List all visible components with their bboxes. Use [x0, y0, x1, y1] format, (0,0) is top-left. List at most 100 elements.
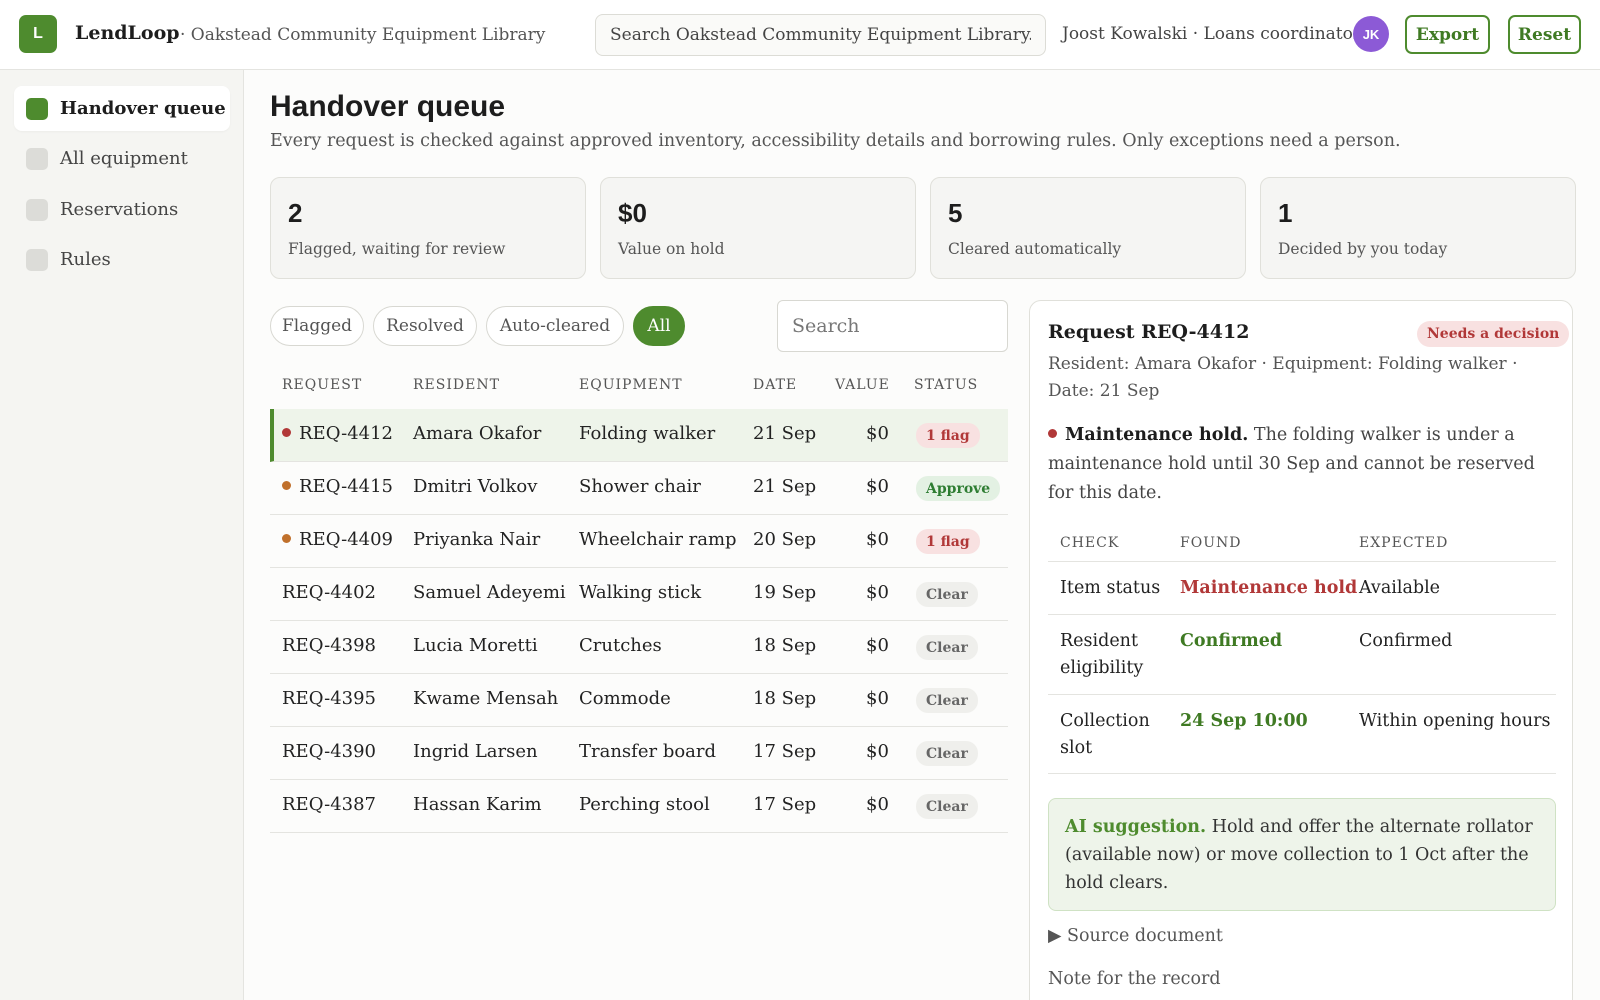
column-header-date[interactable]: DATE [753, 377, 797, 393]
column-header-value[interactable]: VALUE [835, 377, 890, 393]
flag-title: Maintenance hold. [1065, 425, 1249, 445]
resident-cell: Lucia Moretti [413, 635, 538, 656]
status-badge: 1 flag [916, 423, 980, 448]
table-row[interactable]: REQ-4395 Kwame Mensah Commode 18 Sep $0 Clear [270, 674, 1008, 727]
status-dot-icon [282, 428, 291, 437]
source-document-toggle[interactable]: ▶ Source document [1048, 926, 1223, 946]
value-cell: $0 [866, 688, 889, 709]
table-row[interactable]: REQ-4402 Samuel Adeyemi Walking stick 19 Se… [270, 568, 1008, 621]
decision-status-badge: Needs a decision [1417, 321, 1570, 347]
filter-all[interactable]: All [633, 306, 685, 346]
sidebar-item-handover-queue[interactable]: Handover queue [14, 86, 230, 131]
value-cell: $0 [866, 582, 889, 603]
date-cell: 18 Sep [753, 688, 817, 709]
sidebar-item-rules[interactable]: Rules [14, 237, 230, 282]
stat-card-decided: 1 Decided by you today [1260, 177, 1576, 279]
column-header-request[interactable]: REQUEST [282, 377, 362, 393]
organization-name: · Oakstead Community Equipment Library [180, 25, 546, 45]
check-header: CHECK [1060, 535, 1120, 551]
stat-label: Value on hold [618, 240, 725, 258]
date-cell: 19 Sep [753, 582, 817, 603]
filter-flagged[interactable]: Flagged [270, 306, 364, 346]
sidebar-item-label: All equipment [60, 148, 188, 169]
resident-cell: Hassan Karim [413, 794, 542, 815]
column-header-resident[interactable]: RESIDENT [413, 377, 500, 393]
all-equipment-icon [26, 147, 48, 170]
user-name: Joost Kowalski · Loans coordinator [1062, 24, 1361, 44]
found-header: FOUND [1180, 535, 1242, 551]
sidebar-item-reservations[interactable]: Reservations [14, 187, 230, 232]
request-id-cell: REQ-4390 [282, 741, 376, 762]
resident-cell: Amara Okafor [413, 423, 542, 444]
request-detail-panel: Request REQ-4412 Needs a decision Reside… [1029, 300, 1573, 1000]
column-header-equipment[interactable]: EQUIPMENT [579, 377, 683, 393]
date-cell: 21 Sep [753, 423, 817, 444]
global-search-input[interactable] [595, 14, 1046, 56]
ai-suggestion-label: AI suggestion. [1065, 817, 1207, 837]
reservations-icon [26, 198, 48, 221]
request-id: REQ-4398 [282, 635, 376, 656]
table-row[interactable]: REQ-4415 Dmitri Volkov Shower chair 21 Sep $… [270, 462, 1008, 515]
reset-button[interactable]: Reset [1508, 15, 1581, 54]
flag-description: Maintenance hold. The folding walker is … [1048, 421, 1548, 508]
sidebar: Handover queue All equipment Reservation… [0, 70, 244, 1000]
sidebar-item-all-equipment[interactable]: All equipment [14, 136, 230, 181]
request-id: REQ-4402 [282, 582, 376, 603]
status-badge: Clear [916, 741, 978, 766]
value-cell: $0 [866, 529, 889, 550]
column-header-status[interactable]: STATUS [914, 377, 978, 393]
detail-meta: Resident: Amara Okafor · Equipment: Fold… [1048, 354, 1518, 401]
table-row[interactable]: REQ-4409 Priyanka Nair Wheelchair ramp 20 S… [270, 515, 1008, 568]
stat-label: Flagged, waiting for review [288, 240, 506, 258]
expected-header: EXPECTED [1359, 535, 1449, 551]
stat-label: Decided by you today [1278, 240, 1448, 258]
equipment-cell: Wheelchair ramp [579, 529, 737, 550]
request-id: REQ-4412 [299, 423, 393, 444]
table-search-input[interactable] [777, 300, 1008, 352]
request-id-cell: REQ-4398 [282, 635, 376, 656]
rules-icon [26, 248, 48, 271]
app-logo: L [19, 15, 57, 53]
date-cell: 20 Sep [753, 529, 817, 550]
status-badge: Clear [916, 635, 978, 660]
avatar[interactable]: JK [1353, 16, 1389, 52]
status-badge: Clear [916, 582, 978, 607]
table-row[interactable]: REQ-4387 Hassan Karim Perching stool 17 Sep… [270, 780, 1008, 833]
sidebar-item-label: Handover queue [60, 98, 226, 119]
table-row[interactable]: REQ-4390 Ingrid Larsen Transfer board 17 Se… [270, 727, 1008, 780]
request-id: REQ-4395 [282, 688, 376, 709]
check-found: Confirmed [1180, 631, 1283, 651]
date-cell: 18 Sep [753, 635, 817, 656]
brand-name: LendLoop [75, 22, 180, 44]
equipment-cell: Folding walker [579, 423, 716, 444]
page-title: Handover queue [270, 90, 506, 123]
check-row-collection-slot: Collection slot 24 Sep 10:00 Within open… [1048, 694, 1556, 774]
equipment-cell: Commode [579, 688, 671, 709]
page-subtitle: Every request is checked against approve… [270, 131, 1401, 151]
equipment-cell: Transfer board [579, 741, 717, 762]
export-button[interactable]: Export [1405, 15, 1490, 54]
equipment-cell: Shower chair [579, 476, 701, 497]
check-name: Item status [1060, 578, 1161, 598]
table-row[interactable]: REQ-4398 Lucia Moretti Crutches 18 Sep $0 Cle… [270, 621, 1008, 674]
status-badge: Clear [916, 688, 978, 713]
equipment-cell: Crutches [579, 635, 662, 656]
sidebar-item-label: Rules [60, 249, 111, 270]
check-expected: Confirmed [1359, 631, 1453, 651]
stat-value: 2 [288, 198, 303, 228]
table-row[interactable]: REQ-4412 Amara Okafor Folding walker 21 Sep… [270, 409, 1008, 462]
request-id-cell: REQ-4387 [282, 794, 376, 815]
filter-auto-cleared[interactable]: Auto-cleared [486, 306, 624, 346]
check-row-eligibility: Resident eligibility Confirmed Confirmed [1048, 614, 1556, 694]
check-name: Resident eligibility [1060, 631, 1144, 678]
request-id: REQ-4415 [299, 476, 393, 497]
resident-cell: Kwame Mensah [413, 688, 559, 709]
value-cell: $0 [866, 423, 889, 444]
check-row-item-status: Item status Maintenance hold Available [1048, 561, 1556, 614]
stat-value: 5 [948, 198, 963, 228]
value-cell: $0 [866, 476, 889, 497]
value-cell: $0 [866, 741, 889, 762]
filter-resolved[interactable]: Resolved [373, 306, 477, 346]
check-found: Maintenance hold [1180, 578, 1358, 598]
status-badge: Approve [916, 476, 1001, 501]
